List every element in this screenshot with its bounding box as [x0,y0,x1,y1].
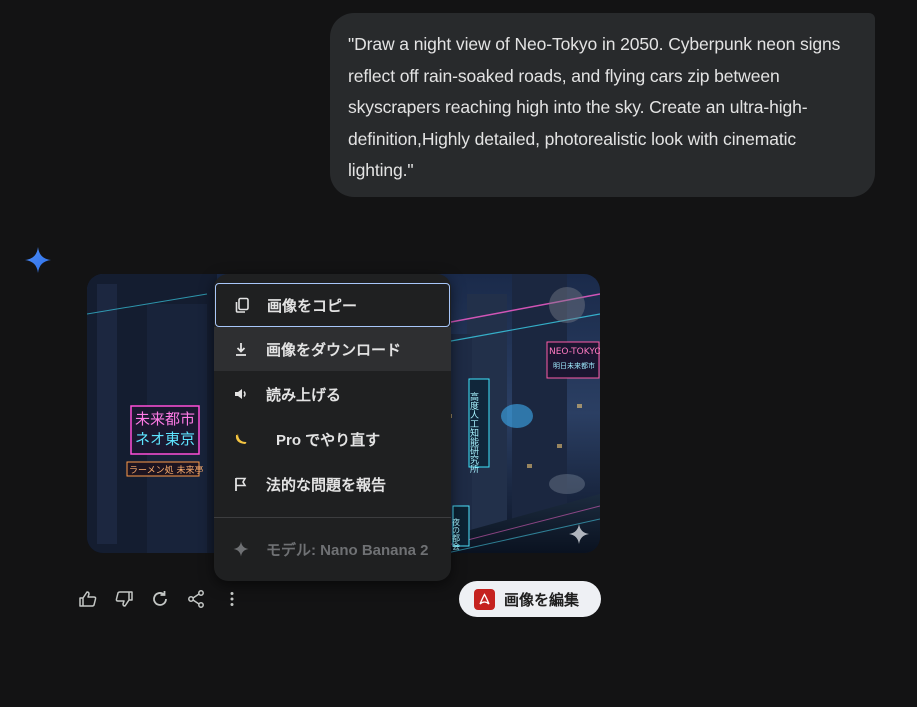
image-context-menu: 画像をコピー 画像をダウンロード 読み上げる Pro でやり直す 法的な問題を報… [214,274,451,581]
menu-item-label: 画像をダウンロード [266,341,402,359]
neon-sign-right-sub: 明日未来都市 [553,361,595,370]
user-prompt-bubble: "Draw a night view of Neo-Tokyo in 2050.… [330,13,875,197]
neon-sign-left-2: ネオ東京 [135,430,195,448]
menu-item-redo-pro[interactable]: Pro でやり直す [214,417,451,461]
copy-icon [233,296,251,314]
thumbs-down-icon[interactable] [113,588,135,610]
flag-icon [232,475,250,493]
share-icon[interactable] [185,588,207,610]
download-icon [232,340,250,358]
menu-item-label: Pro でやり直す [276,431,381,449]
menu-item-label: 画像をコピー [267,297,358,315]
menu-item-copy-image[interactable]: 画像をコピー [215,283,450,327]
thumbs-up-icon[interactable] [77,588,99,610]
model-label: モデル: Nano Banana 2 [266,541,429,559]
banana-icon [232,430,250,448]
neon-sign-ramen: ラーメン処 未来亭 [129,464,204,476]
neon-sign-right: NEO-TOKYO [549,347,600,357]
speaker-icon [232,385,250,403]
neon-sign-left-1: 未来都市 [135,410,195,428]
edit-image-label: 画像を編集 [504,591,580,609]
menu-model-info: モデル: Nano Banana 2 [214,527,451,571]
more-vert-icon[interactable] [221,588,243,610]
menu-item-label: 読み上げる [266,386,342,404]
neon-sign-night: 夜の都会 [452,517,461,551]
menu-item-download-image[interactable]: 画像をダウンロード [214,327,451,371]
menu-divider [214,517,451,518]
sparkle-watermark-icon [569,524,589,544]
sparkle-icon [232,540,250,558]
menu-item-read-aloud[interactable]: 読み上げる [214,372,451,416]
response-actions [77,586,257,612]
user-prompt-text: "Draw a night view of Neo-Tokyo in 2050.… [348,34,841,180]
edit-image-button[interactable]: 画像を編集 [459,581,601,617]
menu-item-report-legal[interactable]: 法的な問題を報告 [214,462,451,506]
menu-item-label: 法的な問題を報告 [266,476,387,494]
neon-sign-vertical: 高度人工知能研究所 [468,391,479,474]
gemini-sparkle-icon [25,247,51,273]
image-overlay-button[interactable] [549,287,585,323]
pdf-icon [474,588,495,610]
regenerate-icon[interactable] [149,588,171,610]
